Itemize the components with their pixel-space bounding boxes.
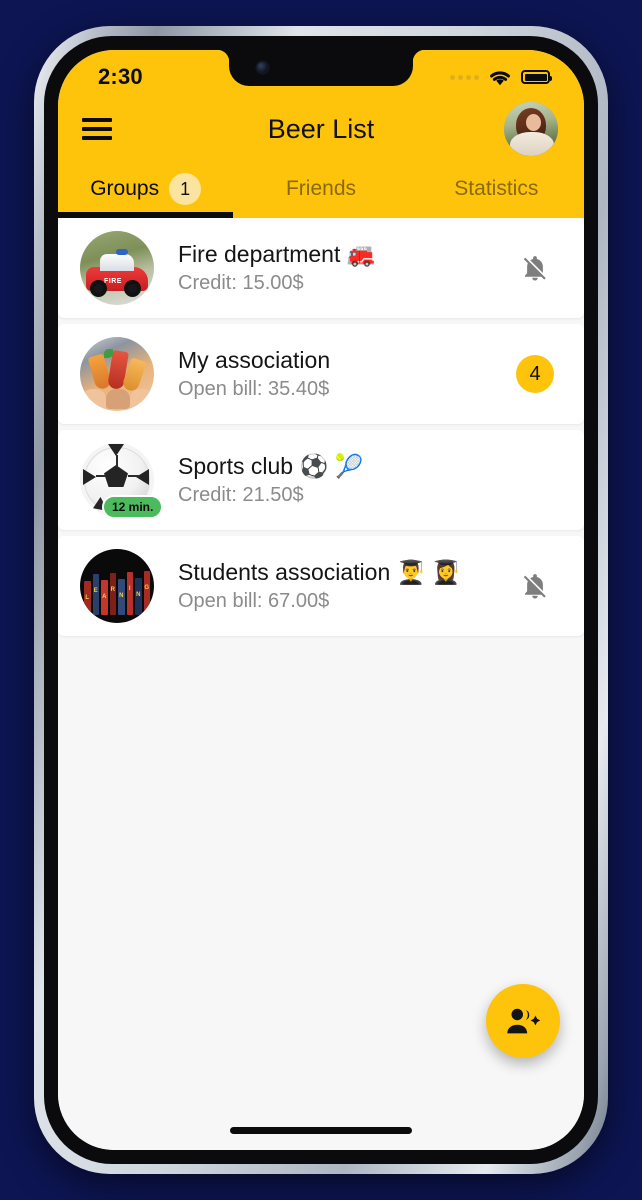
group-subtitle: Credit: 15.00$ <box>178 272 304 295</box>
tab-statistics-label: Statistics <box>454 177 539 200</box>
group-trailing[interactable]: 4 <box>512 355 558 393</box>
unread-count-badge[interactable]: 4 <box>516 355 554 393</box>
avatar[interactable] <box>504 102 558 156</box>
list-item[interactable]: My association Open bill: 35.40$ 4 <box>58 324 584 424</box>
profile-avatar-button[interactable] <box>504 102 558 156</box>
group-title: Sports club ⚽ 🎾 <box>178 452 364 479</box>
book-spine: R <box>109 573 116 615</box>
bell-off-icon[interactable] <box>520 252 550 284</box>
group-subtitle: Credit: 21.50$ <box>178 484 304 507</box>
front-camera-icon <box>257 62 268 73</box>
list-item[interactable]: FIRE Fire department 🚒 Credit: 15.00$ <box>58 218 584 318</box>
book-spine: N <box>135 578 142 615</box>
group-title: My association <box>178 346 331 373</box>
wifi-icon <box>490 70 510 85</box>
phone-screen: 2:30 Beer List Groups 1 Friends Statisti… <box>58 50 584 1150</box>
group-subtitle: Open bill: 67.00$ <box>178 590 330 613</box>
battery-full-icon <box>521 70 552 84</box>
group-title: Fire department 🚒 <box>178 240 376 267</box>
fire-truck-avatar-icon: FIRE <box>80 231 154 305</box>
device-notch <box>229 50 413 86</box>
group-avatar <box>80 337 154 411</box>
status-indicators <box>450 62 552 87</box>
group-title: Students association 👨‍🎓 👩‍🎓 <box>178 558 461 585</box>
tab-groups-badge: 1 <box>169 173 202 205</box>
cheers-drinks-avatar-icon <box>80 337 154 411</box>
group-trailing[interactable] <box>512 252 558 284</box>
tab-groups[interactable]: Groups 1 <box>58 160 234 218</box>
group-text: Students association 👨‍🎓 👩‍🎓 Open bill: … <box>178 558 500 615</box>
home-indicator[interactable] <box>230 1127 412 1134</box>
books-shelf: LEARNING <box>80 567 154 615</box>
app-bar: Beer List <box>58 98 584 160</box>
book-spine: L <box>84 581 91 615</box>
tab-statistics[interactable]: Statistics <box>409 160 584 218</box>
list-item[interactable]: LEARNING Students association 👨‍🎓 👩‍🎓 Op… <box>58 536 584 636</box>
group-avatar: 12 min. <box>80 443 164 519</box>
hamburger-menu-icon[interactable] <box>82 118 112 140</box>
status-bar: 2:30 <box>58 50 584 98</box>
time-badge: 12 min. <box>102 495 164 519</box>
books-avatar-icon: LEARNING <box>80 549 154 623</box>
book-spine: E <box>92 574 99 615</box>
add-group-fab[interactable] <box>486 984 560 1058</box>
tab-friends[interactable]: Friends <box>233 160 408 218</box>
group-subtitle: Open bill: 35.40$ <box>178 378 330 401</box>
group-text: Sports club ⚽ 🎾 Credit: 21.50$ <box>178 452 500 509</box>
group-text: Fire department 🚒 Credit: 15.00$ <box>178 240 500 297</box>
bell-off-icon[interactable] <box>520 570 550 602</box>
tab-groups-label: Groups <box>90 177 160 200</box>
person-add-icon <box>507 1008 540 1034</box>
tab-friends-label: Friends <box>285 177 356 200</box>
book-spine: N <box>118 579 125 615</box>
group-avatar: FIRE <box>80 231 154 305</box>
signal-dots-icon <box>450 74 479 80</box>
group-text: My association Open bill: 35.40$ <box>178 346 500 403</box>
book-spine: G <box>143 571 150 615</box>
group-trailing[interactable] <box>512 570 558 602</box>
book-spine: I <box>126 572 133 615</box>
group-avatar: LEARNING <box>80 549 154 623</box>
book-spine: A <box>101 580 108 615</box>
status-time: 2:30 <box>98 64 143 89</box>
tab-bar: Groups 1 Friends Statistics <box>58 160 584 218</box>
list-item[interactable]: 12 min. Sports club ⚽ 🎾 Credit: 21.50$ <box>58 430 584 530</box>
